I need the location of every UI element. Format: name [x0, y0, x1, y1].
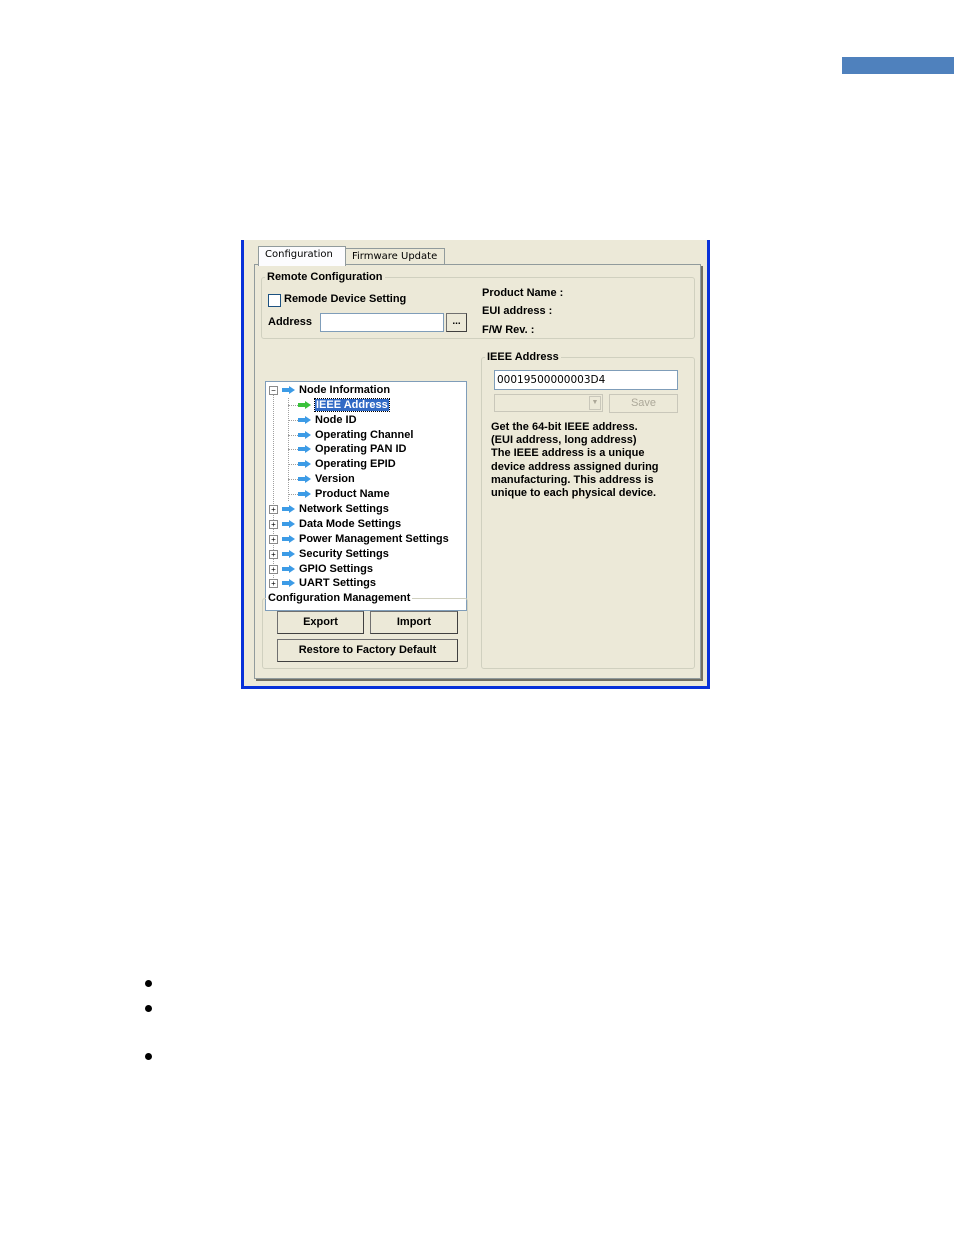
description-line: device address assigned during: [491, 460, 659, 473]
description-line: manufacturing. This address is: [491, 473, 654, 486]
arrow-icon: [298, 431, 311, 440]
ieee-address-title: IEEE Address: [487, 351, 559, 363]
arrow-icon: [282, 550, 295, 559]
arrow-icon: [282, 565, 295, 574]
configuration-window: Configuration Firmware Update Remote Con…: [241, 240, 710, 689]
header-bar: [842, 57, 954, 74]
tree-node-security-settings[interactable]: Security Settings: [282, 547, 389, 561]
chevron-down-icon[interactable]: ▼: [589, 396, 601, 410]
tree-node-version[interactable]: Version: [298, 472, 355, 486]
bullet-point: [145, 1005, 152, 1012]
address-label: Address: [268, 316, 313, 328]
tree-node-operating-pan-id[interactable]: Operating PAN ID: [298, 442, 406, 456]
product-name-label: Product Name :: [482, 287, 564, 299]
ieee-address-field[interactable]: 00019500000003D4: [494, 370, 678, 390]
arrow-icon: [298, 401, 311, 410]
tree-node-data-mode-settings[interactable]: Data Mode Settings: [282, 517, 401, 531]
tree-node-gpio-settings[interactable]: GPIO Settings: [282, 562, 373, 576]
remote-device-label: Remode Device Setting: [284, 293, 407, 305]
expand-icon[interactable]: +: [269, 579, 278, 588]
description-line: The IEEE address is a unique: [491, 447, 645, 460]
settings-tree[interactable]: − Node Information IEEE Address Node ID …: [265, 381, 467, 611]
expand-icon[interactable]: +: [269, 565, 278, 574]
fw-rev-label: F/W Rev. :: [482, 324, 535, 336]
arrow-icon: [282, 579, 295, 588]
arrow-icon: [298, 460, 311, 469]
description-line: (EUI address, long address): [491, 434, 637, 447]
configuration-management-title: Configuration Management: [268, 592, 411, 604]
arrow-icon: [298, 416, 311, 425]
browse-button[interactable]: ...: [446, 313, 467, 332]
arrow-icon: [282, 386, 295, 395]
tab-page-configuration: Remote Configuration Remode Device Setti…: [254, 264, 701, 679]
tree-node-node-information[interactable]: Node Information: [282, 383, 390, 397]
tree-node-operating-channel[interactable]: Operating Channel: [298, 428, 413, 442]
bullet-point: [145, 980, 152, 987]
bullet-point: [145, 1053, 152, 1060]
tab-configuration[interactable]: Configuration: [258, 246, 346, 266]
tree-node-product-name[interactable]: Product Name: [298, 487, 390, 501]
tab-firmware-update[interactable]: Firmware Update: [345, 248, 445, 265]
tree-node-uart-settings[interactable]: UART Settings: [282, 576, 376, 590]
expand-icon[interactable]: +: [269, 520, 278, 529]
export-button[interactable]: Export: [277, 611, 364, 634]
remote-configuration-title: Remote Configuration: [267, 271, 383, 283]
arrow-icon: [298, 445, 311, 454]
arrow-icon: [298, 475, 311, 484]
tree-node-operating-epid[interactable]: Operating EPID: [298, 457, 396, 471]
eui-address-label: EUI address :: [482, 305, 553, 317]
import-button[interactable]: Import: [370, 611, 458, 634]
arrow-icon: [282, 535, 295, 544]
tree-node-ieee-address[interactable]: IEEE Address: [298, 398, 390, 412]
arrow-icon: [282, 520, 295, 529]
remote-device-checkbox[interactable]: [268, 294, 281, 307]
tree-node-node-id[interactable]: Node ID: [298, 413, 357, 427]
value-combo[interactable]: ▼: [494, 394, 603, 412]
description-line: Get the 64-bit IEEE address.: [491, 421, 638, 433]
arrow-icon: [282, 505, 295, 514]
tree-node-power-management-settings[interactable]: Power Management Settings: [282, 532, 449, 546]
address-input[interactable]: [320, 313, 444, 332]
expand-icon[interactable]: +: [269, 505, 278, 514]
tree-node-network-settings[interactable]: Network Settings: [282, 502, 389, 516]
save-button[interactable]: Save: [609, 394, 678, 413]
expand-icon[interactable]: +: [269, 550, 278, 559]
restore-factory-default-button[interactable]: Restore to Factory Default: [277, 639, 458, 662]
arrow-icon: [298, 490, 311, 499]
description-line: unique to each physical device.: [491, 487, 657, 500]
ieee-address-description: Get the 64-bit IEEE address. (EUI addres…: [491, 421, 659, 500]
collapse-icon[interactable]: −: [269, 386, 278, 395]
expand-icon[interactable]: +: [269, 535, 278, 544]
